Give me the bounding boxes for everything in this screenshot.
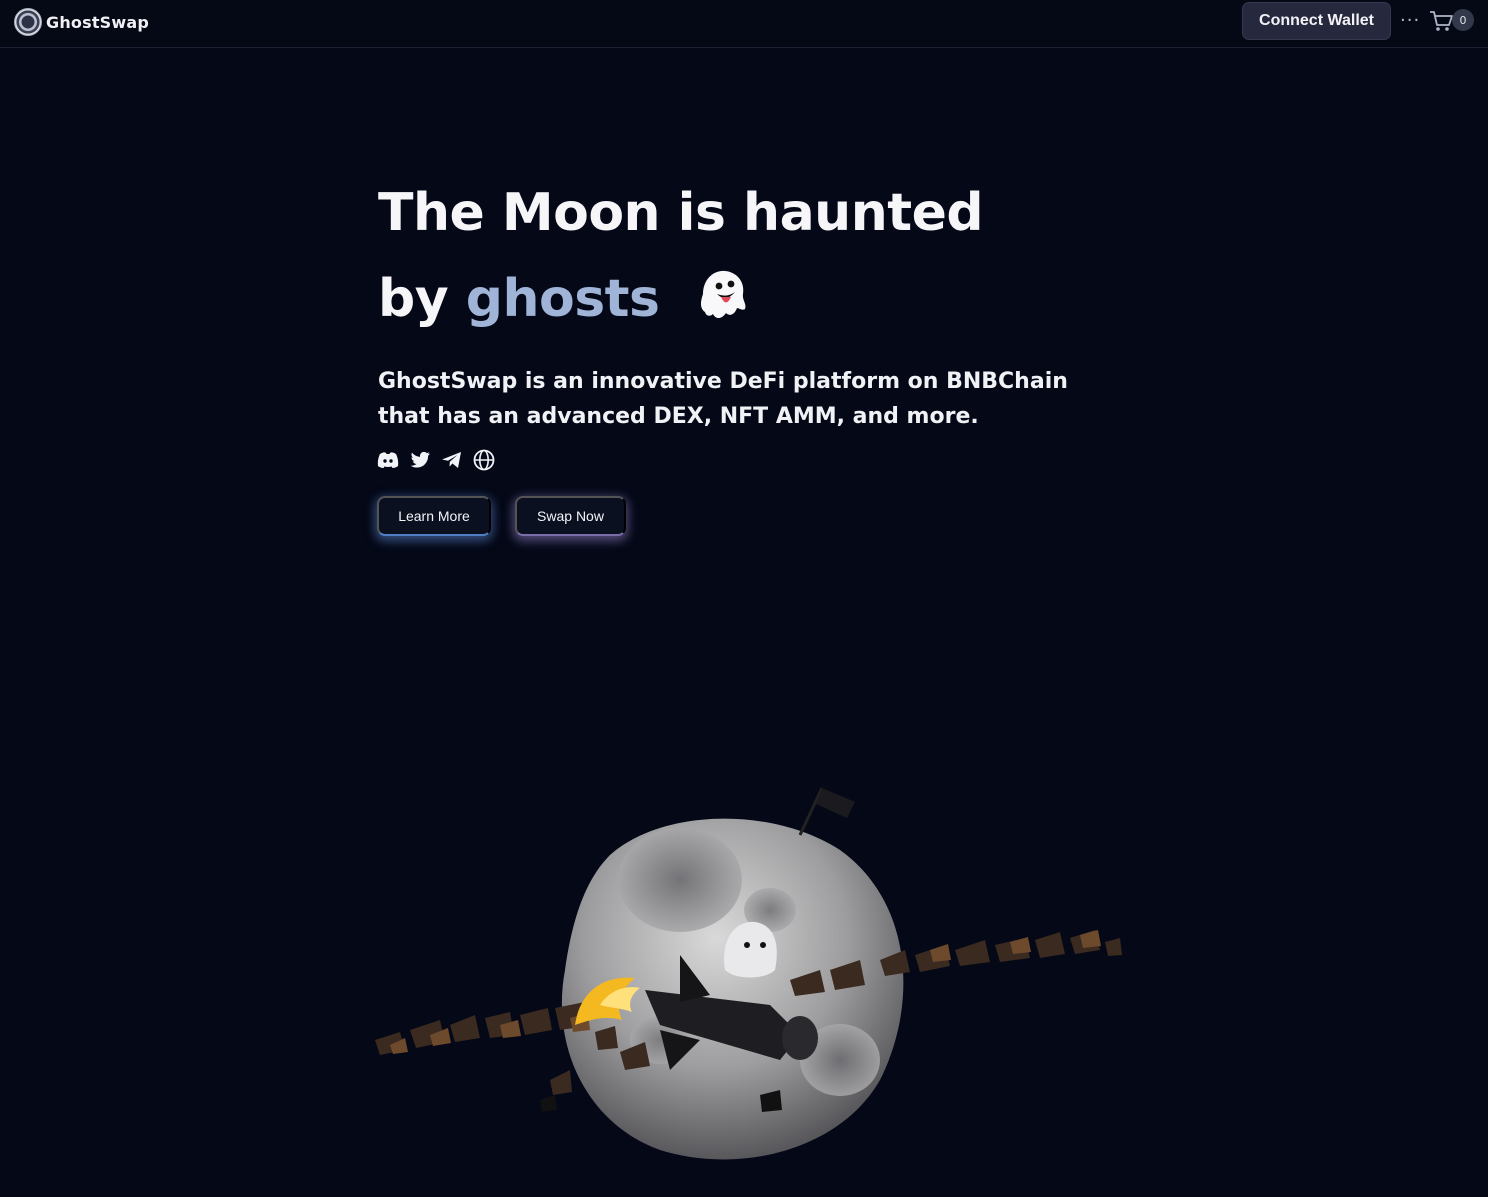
globe-icon[interactable] (472, 448, 496, 472)
ghostswap-logo (14, 8, 42, 36)
title-prefix: by (378, 269, 449, 329)
cart-icon[interactable] (1428, 8, 1454, 34)
title-accent-word: ghosts (465, 269, 660, 329)
discord-icon[interactable] (376, 448, 400, 472)
hero-title: The Moon is haunted by ghosts (378, 170, 1138, 342)
brand-name: GhostSwap (46, 12, 150, 32)
social-links (376, 448, 496, 472)
haunted-moon-illustration (375, 787, 1122, 1160)
title-line-1: The Moon is haunted (378, 183, 984, 243)
twitter-icon[interactable] (408, 448, 432, 472)
swap-now-button[interactable]: Swap Now (515, 496, 626, 536)
connect-wallet-button[interactable]: Connect Wallet (1242, 2, 1391, 40)
telegram-icon[interactable] (440, 448, 464, 472)
ghost-emoji-icon (701, 270, 746, 319)
hero-description: GhostSwap is an innovative DeFi platform… (378, 369, 1068, 429)
brand[interactable]: GhostSwap (14, 8, 149, 36)
title-line-2: by ghosts (378, 256, 1138, 342)
top-navigation-bar: GhostSwap Connect Wallet ··· 0 (0, 0, 1488, 48)
learn-more-button[interactable]: Learn More (377, 496, 491, 536)
cart-count-badge: 0 (1452, 9, 1474, 31)
more-icon[interactable]: ··· (1400, 10, 1420, 31)
